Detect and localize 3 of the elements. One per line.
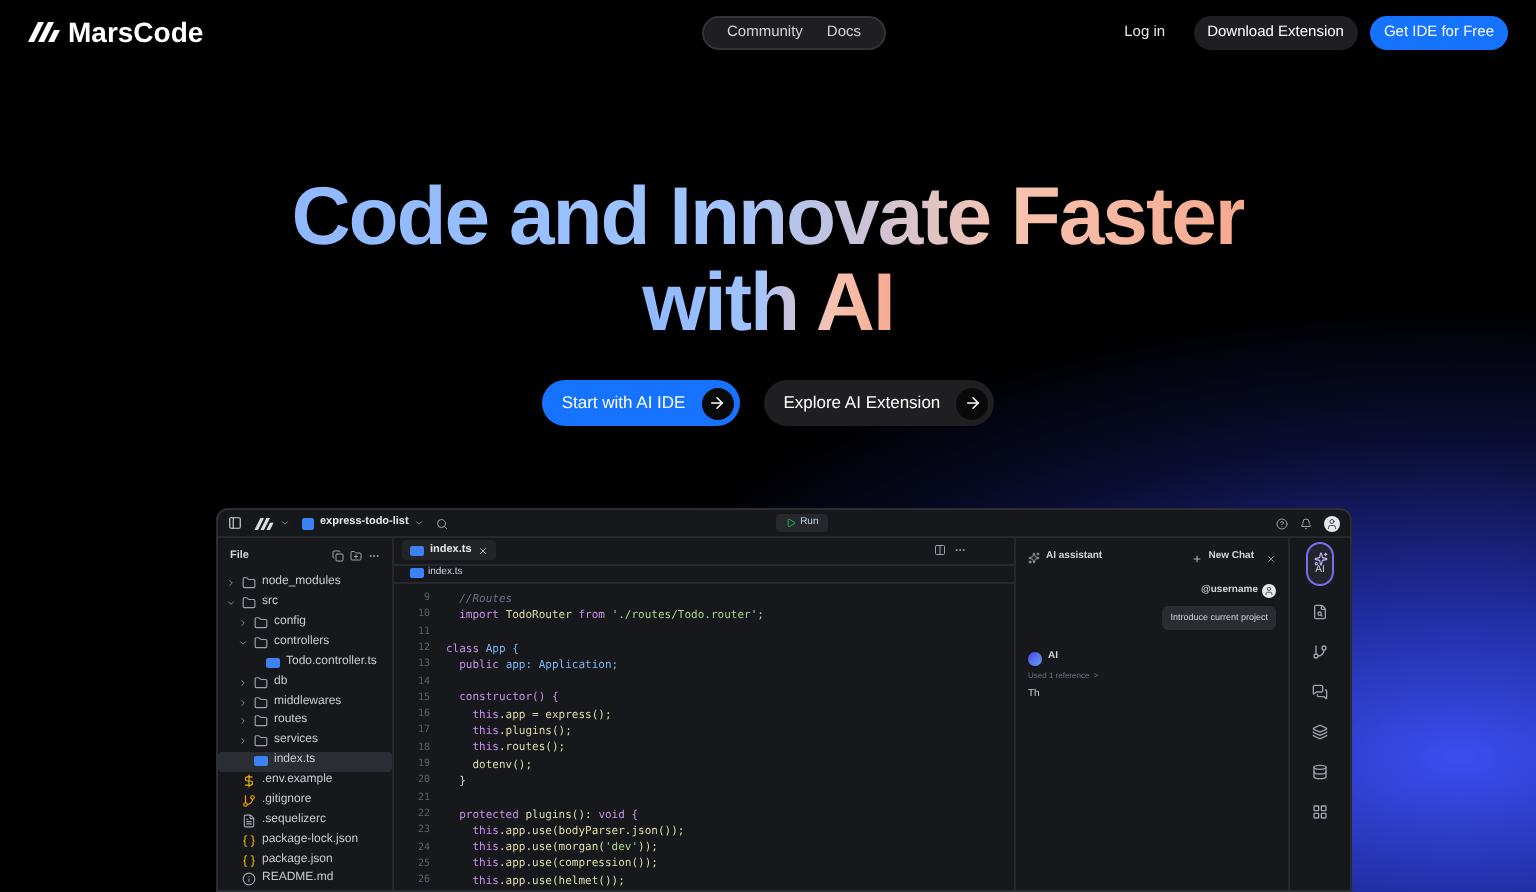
start-button[interactable]: Start with AI IDE	[541, 380, 740, 426]
brand-name: MarsCode	[68, 13, 204, 51]
explore-button[interactable]: Explore AI Extension	[763, 380, 995, 426]
